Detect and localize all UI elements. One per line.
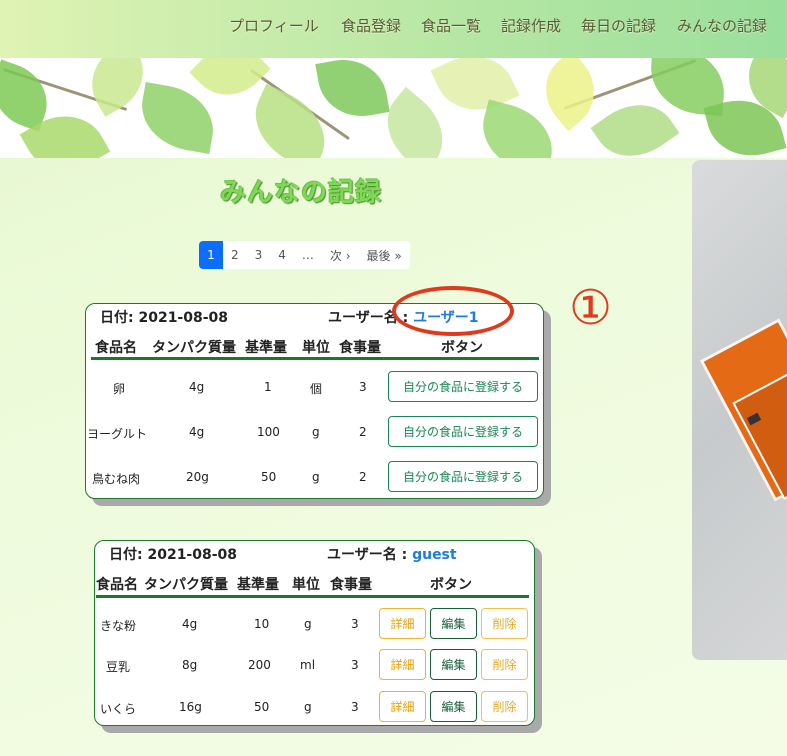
cell-unit: ml xyxy=(300,658,316,672)
header-food-name: 食品名 xyxy=(96,577,138,593)
nav-daily-record[interactable]: 毎日の記録 xyxy=(581,15,656,36)
record-date: 日付: 2021-08-08 xyxy=(100,310,229,326)
detail-button[interactable]: 詳細 xyxy=(379,608,426,639)
page-ellipsis: … xyxy=(301,248,314,262)
navbar: プロフィール 食品登録 食品一覧 記録作成 毎日の記録 みんなの記録 xyxy=(0,0,787,58)
record-user: ユーザー名 : guest xyxy=(327,547,457,563)
cell-food-name: 豆乳 xyxy=(106,660,131,674)
cell-base: 50 xyxy=(261,470,277,484)
nav-food-list[interactable]: 食品一覧 xyxy=(421,15,481,36)
register-food-button[interactable]: 自分の食品に登録する xyxy=(388,371,538,402)
cell-food-name: いくら xyxy=(100,702,137,716)
cell-unit: g xyxy=(304,700,312,714)
detail-button[interactable]: 詳細 xyxy=(379,649,426,680)
header-base: 基準量 xyxy=(245,340,287,356)
cell-base: 200 xyxy=(248,658,271,672)
cell-food-name: 鳥むね肉 xyxy=(92,472,141,486)
page-last[interactable]: 最後 » xyxy=(359,241,410,269)
cell-protein: 4g xyxy=(182,617,198,631)
delete-button[interactable]: 削除 xyxy=(481,608,528,639)
header-rule xyxy=(96,595,529,598)
header-rule xyxy=(91,357,539,360)
header-base: 基準量 xyxy=(237,577,279,593)
header-protein: タンパク質量 xyxy=(144,577,228,593)
cell-amount: 2 xyxy=(359,425,367,439)
record-card: 日付: 2021-08-08 ユーザー名 : guest 食品名 タンパク質量 … xyxy=(94,540,535,726)
header-amount: 食事量 xyxy=(339,340,381,356)
cell-amount: 3 xyxy=(351,617,359,631)
header-buttons: ボタン xyxy=(441,340,483,356)
cell-protein: 4g xyxy=(189,425,205,439)
cell-amount: 3 xyxy=(359,380,367,394)
delete-button[interactable]: 削除 xyxy=(481,649,528,680)
cell-unit: 個 xyxy=(310,382,323,396)
annotation-ellipse xyxy=(392,286,514,336)
detail-button[interactable]: 詳細 xyxy=(379,691,426,722)
cell-amount: 3 xyxy=(351,658,359,672)
cell-unit: g xyxy=(304,617,312,631)
user-link[interactable]: guest xyxy=(412,547,457,563)
header-buttons: ボタン xyxy=(430,577,472,593)
cell-base: 1 xyxy=(264,380,272,394)
delete-button[interactable]: 削除 xyxy=(481,691,528,722)
leaves-banner xyxy=(0,58,787,158)
page-2[interactable]: 2 xyxy=(223,241,247,269)
cell-protein: 8g xyxy=(182,658,198,672)
header-unit: 単位 xyxy=(302,340,330,356)
cell-base: 100 xyxy=(257,425,280,439)
cell-food-name: ヨーグルト xyxy=(87,427,148,441)
record-date: 日付: 2021-08-08 xyxy=(109,547,238,563)
page-3[interactable]: 3 xyxy=(247,241,271,269)
cell-food-name: 卵 xyxy=(113,382,126,396)
page-title: みんなの記録 xyxy=(220,178,383,208)
side-photo xyxy=(692,160,787,660)
page-4[interactable]: 4 xyxy=(270,241,294,269)
header-protein: タンパク質量 xyxy=(152,340,236,356)
nav-record-create[interactable]: 記録作成 xyxy=(501,15,561,36)
edit-button[interactable]: 編集 xyxy=(430,608,477,639)
page-1[interactable]: 1 xyxy=(199,241,223,269)
cell-protein: 20g xyxy=(186,470,209,484)
pagination: 1 2 3 4 … 次 › 最後 » xyxy=(199,241,410,269)
cell-protein: 16g xyxy=(179,700,202,714)
cell-amount: 3 xyxy=(351,700,359,714)
header-unit: 単位 xyxy=(292,577,320,593)
cell-unit: g xyxy=(312,425,320,439)
cell-protein: 4g xyxy=(189,380,205,394)
cell-base: 50 xyxy=(254,700,270,714)
header-amount: 食事量 xyxy=(330,577,372,593)
annotation-number: ① xyxy=(569,280,613,336)
register-food-button[interactable]: 自分の食品に登録する xyxy=(388,416,538,447)
cell-unit: g xyxy=(312,470,320,484)
register-food-button[interactable]: 自分の食品に登録する xyxy=(388,461,538,492)
nav-everyone-record[interactable]: みんなの記録 xyxy=(677,15,767,36)
cell-base: 10 xyxy=(254,617,270,631)
page-next[interactable]: 次 › xyxy=(322,241,359,269)
edit-button[interactable]: 編集 xyxy=(430,649,477,680)
nav-food-register[interactable]: 食品登録 xyxy=(341,15,401,36)
cell-amount: 2 xyxy=(359,470,367,484)
cell-food-name: きな粉 xyxy=(100,619,137,633)
nav-profile[interactable]: プロフィール xyxy=(229,15,319,36)
edit-button[interactable]: 編集 xyxy=(430,691,477,722)
header-food-name: 食品名 xyxy=(95,340,137,356)
